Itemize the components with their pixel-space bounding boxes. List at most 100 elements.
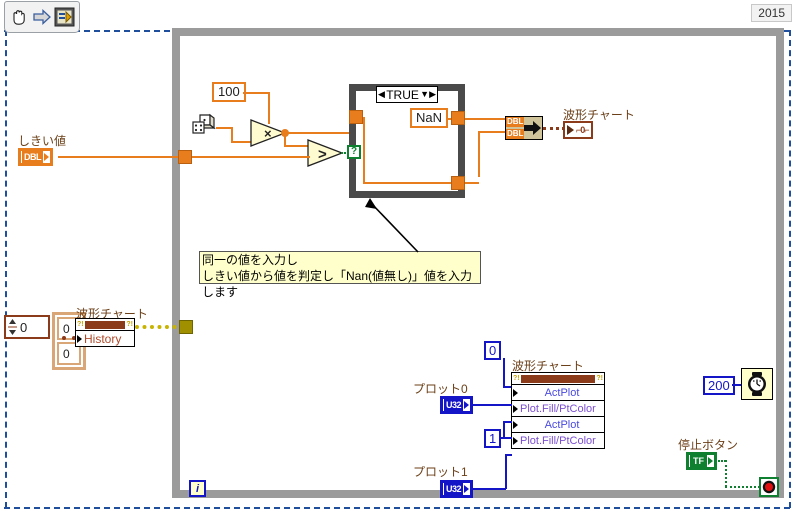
plot1-type-tag: U32 bbox=[444, 483, 464, 495]
stepper-icon[interactable] bbox=[8, 318, 17, 336]
stop-button-label: 停止ボタン bbox=[678, 438, 739, 452]
wire-mul-down bbox=[284, 132, 286, 146]
wire-history-to-loop bbox=[135, 325, 184, 329]
chart-property-node[interactable]: ?! ?! ActPlot Plot.Fill/PtColor ActPlot … bbox=[511, 372, 605, 449]
history-ref-bar-icon bbox=[84, 320, 126, 329]
history-property-row[interactable]: History bbox=[76, 330, 134, 346]
wait-ms-node[interactable] bbox=[741, 368, 773, 400]
wire-random-to-mul bbox=[231, 141, 251, 143]
wire-array-out bbox=[62, 336, 76, 340]
stop-button-type-tag: TF bbox=[690, 455, 707, 467]
bundle-input-tag-1: DBL bbox=[506, 129, 524, 139]
chart-history-property-node[interactable]: ?! ?! History bbox=[75, 318, 135, 347]
threshold-arrow-icon bbox=[44, 153, 49, 161]
plot1-terminal[interactable]: U32 bbox=[440, 480, 474, 498]
page-border-right bbox=[789, 30, 791, 508]
case-next-arrow-icon[interactable]: ▶ bbox=[429, 90, 436, 99]
wire-threshold-to-loop bbox=[58, 156, 179, 158]
wire-mul-to-case bbox=[285, 132, 355, 134]
wire-case-inner-right bbox=[363, 182, 451, 184]
constant-100[interactable]: 100 bbox=[212, 82, 246, 102]
bundle-output-arrow-icon bbox=[524, 121, 542, 140]
wire-threshold-to-gt bbox=[192, 156, 310, 158]
wire-plot0-to-prop bbox=[472, 404, 512, 406]
wire-actplot1-out bbox=[500, 437, 512, 439]
constant-actplot-0[interactable]: 0 bbox=[484, 341, 502, 360]
constant-actplot-1[interactable]: 1 bbox=[484, 429, 502, 448]
array-index-value: 0 bbox=[20, 319, 28, 335]
greater-than-node[interactable]: > bbox=[306, 138, 344, 173]
array-index-control[interactable]: 0 bbox=[4, 315, 50, 339]
history-property-name: History bbox=[84, 331, 122, 346]
chart-out-glyph-icon: ⌐0⌐ bbox=[576, 125, 589, 135]
case-prev-arrow-icon[interactable]: ◀ bbox=[378, 90, 385, 99]
hand-tool-icon[interactable] bbox=[9, 6, 30, 28]
run-arrow-icon[interactable] bbox=[32, 6, 53, 28]
chart-ref-icon: ?! bbox=[513, 375, 520, 382]
chart-prop-title: ?! ?! bbox=[512, 373, 604, 384]
chevron-down-icon[interactable]: ▼ bbox=[420, 90, 429, 99]
plot1-label: プロット1 bbox=[413, 465, 468, 479]
svg-text:×: × bbox=[264, 126, 272, 141]
history-ref-icon-2: ?! bbox=[126, 321, 133, 328]
prop-name-actplot-0: ActPlot bbox=[544, 386, 580, 399]
random-number-icon[interactable] bbox=[190, 112, 218, 143]
diagram-toolbar[interactable] bbox=[4, 1, 80, 33]
annotation-line-1: 同一の値を入力し bbox=[202, 253, 299, 267]
threshold-type-tag: DBL bbox=[22, 151, 43, 163]
stop-sign-icon bbox=[762, 480, 776, 494]
loop-iteration-terminal[interactable]: i bbox=[189, 480, 206, 497]
prop-row-fillcolor-0[interactable]: Plot.Fill/PtColor bbox=[512, 400, 604, 416]
diagram-annotation[interactable]: 同一の値を入力し しきい値から値を判定し「Nan(値無し)」値を入力します bbox=[199, 251, 481, 299]
case-selector-label[interactable]: ◀ TRUE ▼ ▶ bbox=[376, 86, 438, 103]
case-tunnel-input[interactable] bbox=[349, 110, 363, 124]
stop-button-terminal[interactable]: TF bbox=[686, 452, 717, 470]
annotation-leader-line bbox=[365, 198, 419, 253]
prop-row-actplot-1[interactable]: ActPlot bbox=[512, 416, 604, 432]
case-selector-value: TRUE bbox=[386, 87, 419, 102]
plot0-terminal[interactable]: U32 bbox=[440, 396, 474, 414]
prop-pin-icon-3 bbox=[513, 436, 518, 445]
wire-plot1-to-prop bbox=[505, 454, 512, 456]
history-node-title: ?! ?! bbox=[76, 319, 134, 330]
loop-tunnel-threshold[interactable] bbox=[178, 150, 192, 164]
wire-random-out bbox=[216, 127, 232, 129]
page-border-left bbox=[5, 30, 7, 508]
wire-actplot1-up bbox=[503, 421, 505, 438]
constant-nan[interactable]: NaN bbox=[410, 108, 449, 128]
prop-name-actplot-1: ActPlot bbox=[544, 418, 580, 431]
plot0-type-tag: U32 bbox=[444, 399, 464, 411]
case-structure-interior[interactable] bbox=[356, 91, 458, 191]
prop-name-fillcolor-1: Plot.Fill/PtColor bbox=[520, 434, 596, 447]
chart-out-arrow-icon bbox=[567, 125, 574, 135]
prop-name-fillcolor-0: Plot.Fill/PtColor bbox=[520, 402, 596, 415]
threshold-terminal[interactable]: DBL bbox=[18, 148, 53, 166]
prop-row-fillcolor-1[interactable]: Plot.Fill/PtColor bbox=[512, 432, 604, 448]
vi-icon[interactable] bbox=[54, 6, 75, 28]
prop-row-actplot-0[interactable]: ActPlot bbox=[512, 384, 604, 400]
wire-case-top-to-bundle bbox=[465, 118, 506, 120]
wire-100-out bbox=[243, 92, 269, 94]
case-selector-terminal[interactable]: ? bbox=[347, 145, 361, 159]
chart-ref-bar-icon bbox=[520, 374, 596, 383]
plot0-arrow-icon bbox=[464, 401, 470, 409]
loop-tunnel-history[interactable] bbox=[179, 320, 193, 334]
history-ref-icon: ?! bbox=[77, 321, 84, 328]
constant-wait-200[interactable]: 200 bbox=[703, 376, 735, 395]
wire-case-bottom-up bbox=[478, 131, 480, 177]
wire-random-down bbox=[231, 127, 233, 142]
prop-pin-icon-0 bbox=[513, 388, 518, 397]
page-border-bottom bbox=[4, 507, 790, 509]
wire-actplot1-in bbox=[503, 421, 512, 423]
wire-case-bottom-out bbox=[465, 182, 479, 184]
chart-out-terminal[interactable]: ⌐0⌐ bbox=[563, 121, 593, 139]
case-tunnel-output-bottom[interactable] bbox=[451, 176, 465, 190]
svg-text:>: > bbox=[318, 146, 327, 163]
chart-ref-icon-2: ?! bbox=[596, 375, 603, 382]
history-input-pin-icon bbox=[77, 334, 82, 343]
loop-stop-condition-terminal[interactable] bbox=[759, 477, 779, 497]
plot1-arrow-icon bbox=[464, 485, 470, 493]
threshold-label: しきい値 bbox=[18, 134, 67, 148]
block-diagram-canvas[interactable]: 2015 100 × > しきい値 DBL ◀ TRUE ▼ ▶ ? NaN D… bbox=[0, 0, 796, 513]
case-tunnel-output-top[interactable] bbox=[451, 111, 465, 125]
